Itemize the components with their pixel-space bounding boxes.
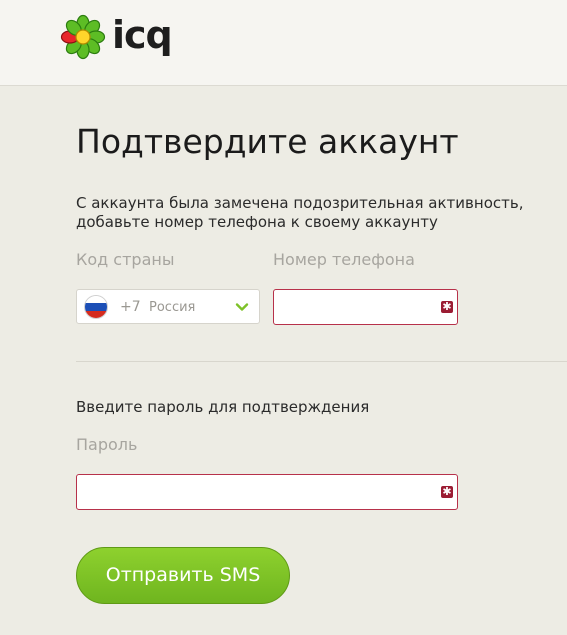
- password-field: ✱: [76, 474, 458, 510]
- country-select[interactable]: +7 Россия: [76, 289, 260, 324]
- country-code-label: Код страны: [76, 250, 175, 269]
- logo-text: icq: [112, 13, 173, 57]
- password-label: Пароль: [76, 435, 138, 454]
- header: icq: [0, 0, 567, 86]
- description-line-1: С аккаунта была замечена подозрительная …: [76, 194, 524, 212]
- page-title: Подтвердите аккаунт: [76, 122, 459, 161]
- phone-number-label: Номер телефона: [273, 250, 415, 269]
- section-divider: [76, 361, 567, 362]
- phone-number-field: ✱: [273, 289, 458, 325]
- description-line-2: добавьте номер телефона к своему аккаунт…: [76, 213, 438, 231]
- flag-russia-icon: [85, 296, 107, 318]
- icq-flower-icon: [60, 14, 106, 60]
- password-section-label: Введите пароль для подтверждения: [76, 398, 370, 416]
- icq-logo[interactable]: icq: [60, 14, 178, 60]
- country-name: Россия: [149, 300, 196, 315]
- country-dial-code: +7: [120, 299, 141, 315]
- send-sms-button[interactable]: Отправить SMS: [76, 547, 290, 604]
- chevron-down-icon: [235, 303, 249, 311]
- page-description: С аккаунта была замечена подозрительная …: [76, 194, 566, 232]
- required-field-icon: ✱: [441, 300, 453, 313]
- phone-number-input[interactable]: [274, 290, 427, 324]
- required-field-icon: ✱: [441, 485, 453, 498]
- password-input[interactable]: [77, 475, 427, 509]
